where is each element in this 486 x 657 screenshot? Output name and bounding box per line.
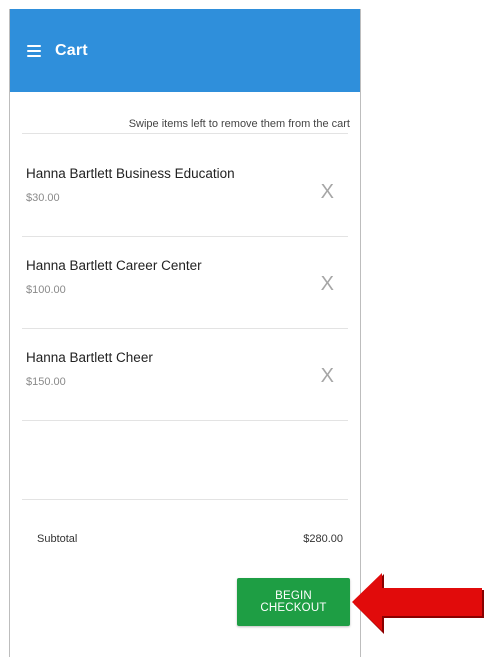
cart-item[interactable]: Hanna Bartlett Career Center $100.00 X <box>22 236 348 328</box>
cart-screen: Cart Swipe items left to remove them fro… <box>9 9 361 657</box>
begin-checkout-button[interactable]: BEGIN CHECKOUT <box>237 578 350 626</box>
remove-item-button[interactable]: X <box>321 274 334 294</box>
subtotal-label: Subtotal <box>37 533 78 545</box>
cart-item[interactable]: Hanna Bartlett Business Education $30.00… <box>22 144 348 236</box>
divider <box>22 420 348 421</box>
remove-item-button[interactable]: X <box>321 366 334 386</box>
cart-item[interactable]: Hanna Bartlett Cheer $150.00 X <box>22 328 348 420</box>
item-name: Hanna Bartlett Business Education <box>26 166 235 181</box>
item-name: Hanna Bartlett Career Center <box>26 258 202 273</box>
divider <box>22 499 348 500</box>
swipe-hint: Swipe items left to remove them from the… <box>128 118 350 130</box>
item-price: $30.00 <box>26 192 60 204</box>
item-price: $150.00 <box>26 376 66 388</box>
item-price: $100.00 <box>26 284 66 296</box>
remove-item-button[interactable]: X <box>321 182 334 202</box>
subtotal-value: $280.00 <box>303 533 343 545</box>
hamburger-menu-icon[interactable] <box>27 44 41 57</box>
item-name: Hanna Bartlett Cheer <box>26 350 153 365</box>
top-app-bar: Cart <box>10 9 360 92</box>
page-title: Cart <box>55 41 88 59</box>
divider <box>22 133 348 134</box>
red-arrow-icon <box>352 573 484 634</box>
